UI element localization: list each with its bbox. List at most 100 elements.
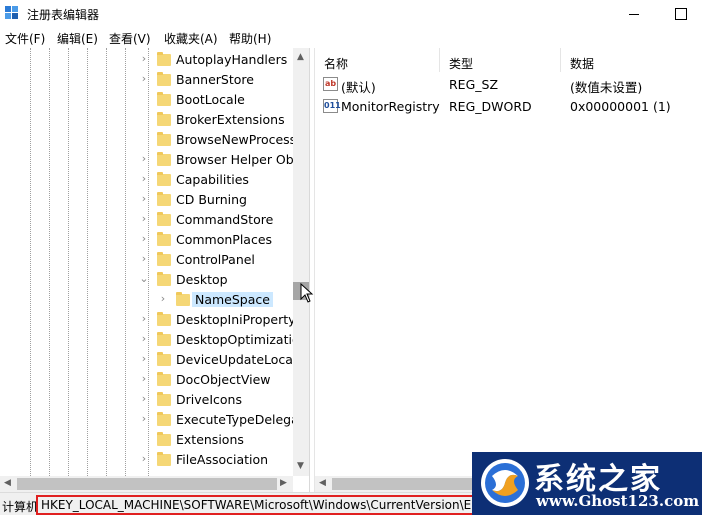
tree-item[interactable]: › BannerStore xyxy=(0,70,292,90)
tree-item[interactable]: › CommonPlaces xyxy=(0,230,292,250)
tree-item-label: DesktopIniPropertyI xyxy=(176,312,300,327)
values-hscroll-thumb[interactable] xyxy=(332,478,472,490)
expand-chevron-icon[interactable]: › xyxy=(139,233,149,244)
folder-icon xyxy=(157,232,171,246)
folder-icon xyxy=(157,212,171,226)
tree-item-label: BrowseNewProcess xyxy=(176,132,297,147)
expand-chevron-icon[interactable]: › xyxy=(158,293,168,304)
title-bar: 注册表编辑器 xyxy=(0,0,702,28)
tree-item-label: ControlPanel xyxy=(176,252,255,267)
folder-icon xyxy=(157,52,171,66)
value-name: (默认) xyxy=(341,80,376,95)
expand-chevron-icon[interactable]: › xyxy=(139,373,149,384)
tree-item-label: BannerStore xyxy=(176,72,254,87)
tree-item[interactable]: › DesktopIniPropertyI xyxy=(0,310,299,330)
value-type: REG_DWORD xyxy=(449,99,532,114)
mouse-cursor-icon xyxy=(300,283,314,303)
menu-help[interactable]: 帮助(H) xyxy=(229,30,271,47)
expand-chevron-icon[interactable]: › xyxy=(139,413,149,424)
scroll-right-icon[interactable]: ▶ xyxy=(280,478,287,488)
tree-vertical-scrollbar[interactable]: ▲ ▼ xyxy=(293,48,309,476)
value-name: MonitorRegistry xyxy=(341,99,440,114)
scroll-down-icon[interactable]: ▼ xyxy=(297,461,304,471)
watermark-logo: 系统之家 www.Ghost123.com xyxy=(472,452,702,515)
tree-item[interactable]: › AutoplayHandlers xyxy=(0,50,292,70)
folder-icon xyxy=(157,452,171,466)
tree-item[interactable]: › FileAssociation xyxy=(0,450,292,470)
value-row[interactable]: 011 MonitorRegistry REG_DWORD 0x00000001… xyxy=(315,96,702,118)
folder-icon xyxy=(157,332,171,346)
column-header-name[interactable]: 名称 xyxy=(324,48,348,72)
tree-item[interactable]: › ExecuteTypeDelegat xyxy=(0,410,304,430)
menu-edit[interactable]: 编辑(E) xyxy=(57,30,98,47)
tree-item-label: NameSpace xyxy=(192,292,273,307)
tree-item[interactable]: › DriveIcons xyxy=(0,390,292,410)
tree-item[interactable]: BrowseNewProcess xyxy=(0,130,296,150)
maximize-icon[interactable] xyxy=(673,5,687,21)
tree-item[interactable]: › Capabilities xyxy=(0,170,292,190)
expand-chevron-icon[interactable]: › xyxy=(139,313,149,324)
expand-chevron-icon xyxy=(139,94,149,104)
expand-chevron-icon[interactable]: › xyxy=(139,53,149,64)
tree-horizontal-scrollbar[interactable]: ◀ ▶ xyxy=(0,476,293,492)
expand-chevron-icon[interactable]: › xyxy=(139,173,149,184)
tree-item-label: ExecuteTypeDelegat xyxy=(176,412,304,427)
expand-chevron-icon[interactable]: › xyxy=(139,393,149,404)
tree-item[interactable]: › ControlPanel xyxy=(0,250,292,270)
folder-icon xyxy=(157,392,171,406)
tree-item-label: CommandStore xyxy=(176,212,274,227)
expand-chevron-icon[interactable]: › xyxy=(139,453,149,464)
dword-value-icon: 011 xyxy=(323,99,341,113)
folder-icon xyxy=(157,432,171,446)
column-separator[interactable] xyxy=(560,48,561,72)
tree-item[interactable]: › CommandStore xyxy=(0,210,292,230)
tree-item[interactable]: ⌄ Desktop xyxy=(0,270,292,290)
menu-view[interactable]: 查看(V) xyxy=(109,30,151,47)
collapse-chevron-icon[interactable]: ⌄ xyxy=(139,273,149,284)
scroll-left-icon[interactable]: ◀ xyxy=(4,478,11,488)
tree-item[interactable]: › NameSpace xyxy=(0,290,292,310)
expand-chevron-icon[interactable]: › xyxy=(139,353,149,364)
tree-item-label: BootLocale xyxy=(176,92,245,107)
column-header-data[interactable]: 数据 xyxy=(570,48,594,72)
tree-item[interactable]: › DesktopOptimizatio xyxy=(0,330,300,350)
expand-chevron-icon[interactable]: › xyxy=(139,193,149,204)
watermark-url: www.Ghost123.com xyxy=(536,492,700,510)
tree-item[interactable]: BrokerExtensions xyxy=(0,110,292,130)
tree-item[interactable]: › Browser Helper Obj xyxy=(0,150,297,170)
folder-icon xyxy=(157,192,171,206)
string-value-icon: ab xyxy=(323,77,338,91)
expand-chevron-icon[interactable]: › xyxy=(139,333,149,344)
menu-file[interactable]: 文件(F) xyxy=(5,30,45,47)
expand-chevron-icon xyxy=(139,134,149,144)
expand-chevron-icon[interactable]: › xyxy=(139,153,149,164)
scroll-left-icon[interactable]: ◀ xyxy=(319,478,326,488)
window-title: 注册表编辑器 xyxy=(27,8,100,22)
scroll-up-icon[interactable]: ▲ xyxy=(297,52,304,62)
tree-item[interactable]: › DocObjectView xyxy=(0,370,292,390)
tree-item-label: Desktop xyxy=(176,272,228,287)
value-row[interactable]: ab (默认) REG_SZ (数值未设置) xyxy=(315,74,702,96)
key-tree-pane[interactable]: › AutoplayHandlers › BannerStore BootLocale B… xyxy=(0,48,310,492)
values-pane[interactable]: 名称 类型 数据 ab (默认) REG_SZ (数值未设置) 011 Moni… xyxy=(314,48,702,492)
column-separator[interactable] xyxy=(439,48,440,72)
menu-favorites[interactable]: 收藏夹(A) xyxy=(164,30,218,47)
folder-icon xyxy=(157,132,171,146)
expand-chevron-icon xyxy=(139,114,149,124)
tree-item[interactable]: › CD Burning xyxy=(0,190,292,210)
expand-chevron-icon[interactable]: › xyxy=(139,253,149,264)
expand-chevron-icon[interactable]: › xyxy=(139,213,149,224)
expand-chevron-icon xyxy=(139,434,149,444)
column-header-type[interactable]: 类型 xyxy=(449,48,473,72)
tree-item-label: AutoplayHandlers xyxy=(176,52,288,67)
address-path[interactable]: HKEY_LOCAL_MACHINE\SOFTWARE\Microsoft\Wi… xyxy=(36,495,476,515)
expand-chevron-icon[interactable]: › xyxy=(139,73,149,84)
tree-item[interactable]: › DeviceUpdateLocati xyxy=(0,350,301,370)
folder-icon xyxy=(157,72,171,86)
tree-hscroll-thumb[interactable] xyxy=(17,478,277,490)
tree-item[interactable]: BootLocale xyxy=(0,90,292,110)
minimize-icon[interactable] xyxy=(627,5,641,21)
tree-item-label: Browser Helper Obj xyxy=(176,152,298,167)
tree-item[interactable]: Extensions xyxy=(0,430,292,450)
value-data: 0x00000001 (1) xyxy=(570,99,671,114)
